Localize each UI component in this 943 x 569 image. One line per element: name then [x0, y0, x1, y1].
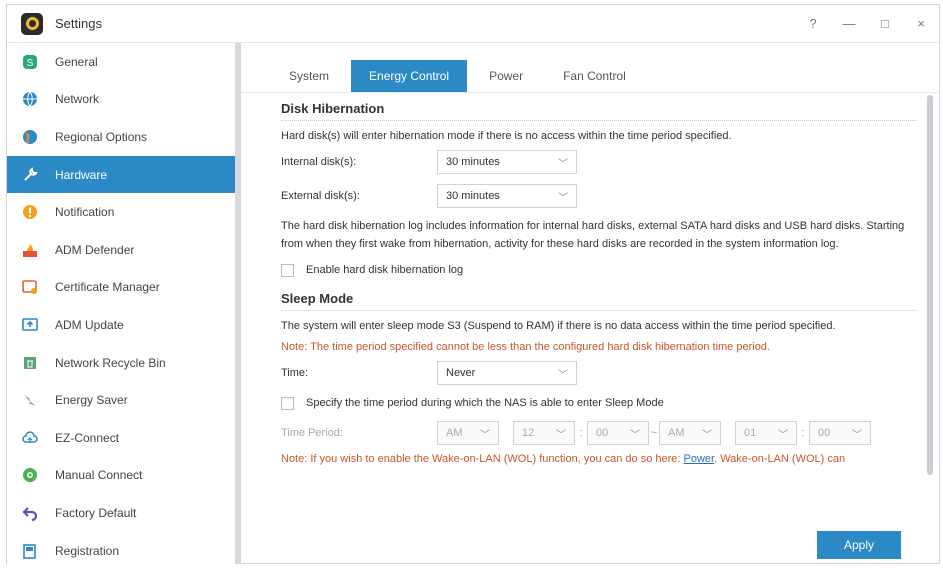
certificate-icon — [21, 278, 39, 296]
tab-power[interactable]: Power — [471, 60, 541, 92]
cloud-icon — [21, 429, 39, 447]
disk-hibernation-desc: Hard disk(s) will enter hibernation mode… — [281, 130, 732, 142]
general-icon: S — [21, 53, 39, 71]
wrench-icon — [21, 166, 39, 184]
undo-icon — [21, 504, 39, 522]
sidebar-item-label: Certificate Manager — [55, 280, 160, 295]
apply-button[interactable]: Apply — [817, 531, 901, 559]
maximize-button[interactable]: □ — [867, 16, 903, 31]
sleep-mode-title: Sleep Mode — [281, 291, 917, 311]
chevron-down-icon: ﹀ — [702, 429, 712, 441]
specify-period-checkbox[interactable] — [281, 396, 294, 410]
sidebar-item-label: ADM Defender — [55, 242, 135, 257]
sidebar-item-label: Hardware — [55, 167, 108, 182]
sidebar-item-notification[interactable]: Notification — [7, 193, 235, 231]
hibernation-log-checkbox[interactable] — [281, 263, 294, 277]
sidebar-item-manual-connect[interactable]: Manual Connect — [7, 457, 235, 495]
close-button[interactable]: × — [903, 16, 939, 31]
sidebar-item-label: Network Recycle Bin — [55, 355, 166, 370]
from-minute-select[interactable]: 00 ﹀ — [587, 421, 649, 445]
sidebar-item-factory-default[interactable]: Factory Default — [7, 494, 235, 532]
sidebar-item-registration[interactable]: Registration — [7, 532, 235, 569]
chevron-down-icon: ﹀ — [778, 429, 788, 441]
globe-icon — [21, 90, 39, 108]
sidebar-item-label: Factory Default — [55, 505, 137, 520]
sidebar: S General Network Regional Options Hardware N… — [7, 43, 235, 564]
chevron-down-icon: ﹀ — [630, 429, 640, 441]
tab-fan-control[interactable]: Fan Control — [545, 60, 644, 92]
tab-system[interactable]: System — [271, 60, 347, 92]
range-separator: ~ — [650, 427, 658, 439]
sidebar-item-energy-saver[interactable]: Energy Saver — [7, 381, 235, 419]
tab-bar: System Energy Control Power Fan Control — [241, 43, 939, 93]
energy-icon — [21, 391, 39, 409]
chevron-down-icon: ﹀ — [558, 192, 568, 204]
sleep-time-select[interactable]: Never ﹀ — [437, 361, 577, 385]
wol-note: Note: If you wish to enable the Wake-on-… — [281, 453, 846, 465]
chevron-down-icon: ﹀ — [558, 369, 568, 381]
sidebar-item-hardware[interactable]: Hardware — [7, 155, 235, 194]
sidebar-item-label: ADM Update — [55, 317, 124, 332]
alert-icon — [21, 203, 39, 221]
time-period-label: Time Period: — [281, 427, 343, 439]
sleep-time-label: Time: — [281, 367, 309, 379]
firewall-icon — [21, 241, 39, 259]
sidebar-item-label: Regional Options — [55, 129, 148, 144]
to-minute-select[interactable]: 00 ﹀ — [809, 421, 871, 445]
sidebar-item-certificate-manager[interactable]: Certificate Manager — [7, 269, 235, 307]
chevron-down-icon: ﹀ — [556, 429, 566, 441]
sidebar-item-label: Registration — [55, 543, 120, 558]
internal-disk-select[interactable]: 30 minutes ﹀ — [437, 150, 577, 174]
sidebar-item-network[interactable]: Network — [7, 81, 235, 119]
sidebar-item-adm-defender[interactable]: ADM Defender — [7, 231, 235, 269]
external-disk-label: External disk(s): — [281, 190, 360, 202]
recycle-bin-icon — [21, 354, 39, 372]
from-hour-select[interactable]: 12 ﹀ — [513, 421, 575, 445]
sidebar-item-label: Network — [55, 92, 100, 107]
window-title: Settings — [55, 16, 102, 31]
settings-window: Settings ? — □ × S General Network Regional… — [6, 4, 940, 564]
sidebar-item-label: EZ-Connect — [55, 430, 120, 445]
title-bar: Settings ? — □ × — [7, 5, 939, 43]
power-link[interactable]: Power — [684, 453, 715, 465]
sidebar-item-label: Notification — [55, 205, 115, 220]
from-ampm-select[interactable]: AM ﹀ — [437, 421, 499, 445]
manual-connect-icon — [21, 466, 39, 484]
minimize-button[interactable]: — — [831, 16, 867, 31]
hibernation-log-checkbox-label[interactable]: Enable hard disk hibernation log — [306, 261, 463, 279]
chevron-down-icon: ﹀ — [852, 429, 862, 441]
sleep-mode-note: Note: The time period specified cannot b… — [281, 341, 770, 353]
help-button[interactable]: ? — [795, 16, 831, 31]
specify-period-checkbox-label[interactable]: Specify the time period during which the… — [306, 394, 664, 412]
hibernation-log-desc: The hard disk hibernation log includes i… — [281, 220, 905, 250]
sidebar-item-ez-connect[interactable]: EZ-Connect — [7, 419, 235, 457]
sidebar-item-adm-update[interactable]: ADM Update — [7, 306, 235, 344]
sidebar-item-label: Energy Saver — [55, 393, 128, 408]
energy-control-content: Disk Hibernation Hard disk(s) will enter… — [281, 101, 917, 468]
internal-disk-label: Internal disk(s): — [281, 156, 357, 168]
to-hour-select[interactable]: 01 ﹀ — [735, 421, 797, 445]
content-scrollbar[interactable] — [927, 95, 933, 475]
tab-energy-control[interactable]: Energy Control — [351, 60, 468, 92]
sleep-mode-desc: The system will enter sleep mode S3 (Sus… — [281, 320, 836, 332]
sidebar-item-general[interactable]: S General — [7, 43, 235, 81]
external-disk-select[interactable]: 30 minutes ﹀ — [437, 184, 577, 208]
sidebar-item-network-recycle-bin[interactable]: Network Recycle Bin — [7, 344, 235, 382]
chevron-down-icon: ﹀ — [480, 429, 490, 441]
main-panel: System Energy Control Power Fan Control … — [241, 43, 939, 564]
settings-app-icon — [21, 12, 43, 35]
regional-icon — [21, 128, 39, 146]
sidebar-item-label: Manual Connect — [55, 468, 143, 483]
sidebar-item-regional-options[interactable]: Regional Options — [7, 118, 235, 156]
sidebar-item-label: General — [55, 54, 98, 69]
disk-hibernation-title: Disk Hibernation — [281, 101, 917, 121]
registration-icon — [21, 542, 39, 560]
svg-text:S: S — [27, 58, 34, 69]
chevron-down-icon: ﹀ — [558, 158, 568, 170]
update-icon — [21, 316, 39, 334]
to-ampm-select[interactable]: AM ﹀ — [659, 421, 721, 445]
